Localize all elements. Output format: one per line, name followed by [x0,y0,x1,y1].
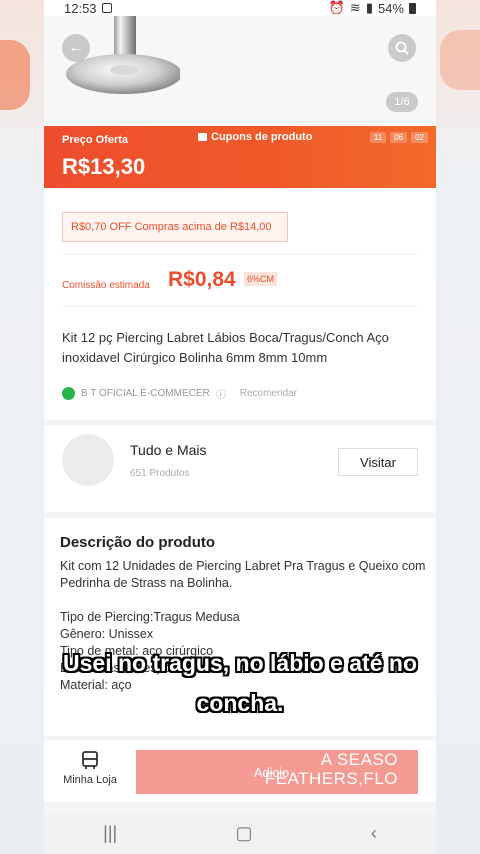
timer-seconds: 02 [411,132,428,143]
product-title: Kit 12 pç Piercing Labret Lábios Boca/Tr… [62,330,389,365]
search-button[interactable] [388,34,416,62]
overlay-line: A SEASO [320,750,398,769]
visit-shop-button[interactable]: Visitar [338,448,418,476]
store-icon [82,751,98,769]
seller-badge-icon [62,387,75,400]
video-overlay-text: A SEASO FEATHERS,FLO [265,750,398,788]
offer-price: R$13,30 [62,154,146,179]
product-info-card: R$0,70 OFF Compras acima de R$14,00 Comi… [44,188,436,420]
commission-value: R$0,84 [168,268,236,291]
battery-icon [409,2,416,14]
timer-minutes: 06 [390,132,408,143]
product-image-gallery[interactable]: ← 1/6 [44,16,436,126]
overlay-line: FEATHERS,FLO [264,769,398,788]
battery-level: 54% [377,0,404,16]
seller-name[interactable]: B T OFICIAL E-COMMECER [81,388,210,399]
status-time: 12:53 [64,0,97,16]
divider [62,254,418,255]
video-subtitle: concha. [196,690,284,716]
back-button[interactable]: ← [62,34,90,62]
status-bar: 12:53 ⏰ ≋ ▮ 54% [44,0,436,16]
shop-product-count: 651 Produtos [130,468,190,479]
recommend-link[interactable]: Recomendar [240,388,297,399]
recent-apps-icon[interactable]: ||| [103,823,117,844]
wifi-icon: ≋ [349,0,361,15]
image-counter: 1/6 [386,92,418,112]
arrow-left-icon: ← [68,39,84,56]
coupon-label: Cupons de produto [211,131,313,143]
promo-badge[interactable]: R$0,70 OFF Compras acima de R$14,00 [62,212,288,242]
shop-avatar[interactable] [62,434,114,486]
seller-line: B T OFICIAL E-COMMECER ⓘ Recomendar [62,386,297,401]
back-nav-icon[interactable]: ‹ [371,823,377,844]
coupon-link[interactable]: Cupons de produto [198,131,312,143]
countdown-timer: 11 06 02 [369,132,428,143]
shop-name[interactable]: Tudo e Mais [130,442,207,458]
notification-icon [101,3,112,13]
coupon-icon [198,133,207,141]
info-icon[interactable]: ⓘ [216,386,226,401]
description-line: Tipo de Piercing:Tragus Medusa [60,610,240,624]
blurred-background-right [436,0,480,854]
shop-card: Tudo e Mais 651 Produtos Visitar [44,426,436,512]
divider [62,306,418,307]
android-nav-bar: ||| ▢ ‹ [44,812,436,854]
my-store-button[interactable]: Minha Loja [60,750,120,786]
timer-hours: 11 [369,132,387,143]
search-icon [395,41,409,55]
home-icon[interactable]: ▢ [236,823,253,844]
phone-screen: 12:53 ⏰ ≋ ▮ 54% ← 1/6 Preço Oferta R$13,… [44,0,436,854]
alarm-icon: ⏰ [328,0,345,15]
blurred-background-left [0,0,44,854]
description-title: Descrição do produto [60,534,216,551]
description-line: Gênero: Unissex [60,627,154,641]
offer-banner: Preço Oferta R$13,30 Cupons de produto 1… [44,126,436,188]
commission-percent: 6%CM [244,272,278,286]
commission-label: Comissão estimada [62,280,150,291]
description-intro: Kit com 12 Unidades de Piercing Labret P… [60,559,426,590]
add-button[interactable]: Adicio... A SEASO FEATHERS,FLO [136,750,418,794]
signal-icon: ▮ [365,0,373,15]
video-subtitle: Usei no tragus, no lábio e até no [63,650,417,676]
bottom-action-bar: Minha Loja Adicio... A SEASO FEATHERS,FL… [44,740,436,802]
offer-label: Preço Oferta [62,134,129,146]
my-store-label: Minha Loja [63,774,117,786]
